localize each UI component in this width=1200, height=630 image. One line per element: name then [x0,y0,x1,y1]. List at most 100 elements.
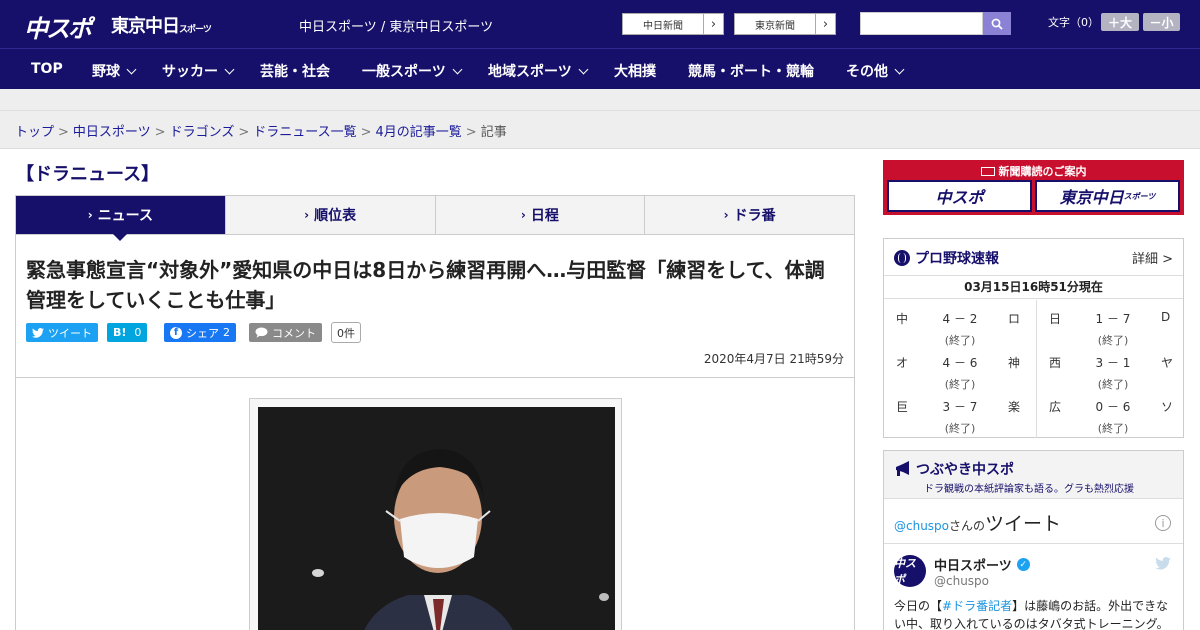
comment-button[interactable]: コメント [249,323,322,342]
game-item[interactable]: オ4 － 6 神 (終了) [884,344,1034,391]
verified-badge-icon: ✓ [1016,558,1030,571]
game-item[interactable]: 中4 － 2 ロ (終了) [884,300,1034,347]
twitter-handle-link[interactable]: @chuspo [894,519,949,533]
subscription-heading: 新聞購読のご案内 [883,163,1184,179]
author-name: 中日スポーツ [934,559,1012,574]
chunichi-shimbun-link[interactable]: 中日新聞 › [622,13,724,35]
comment-count: 0件 [331,322,361,343]
home-team: 西 [1049,356,1062,370]
facebook-count: 2 [223,326,230,339]
nav-item-sumo[interactable]: 大相撲 [614,61,656,81]
tab-news[interactable]: › ニュース [16,196,226,241]
avatar[interactable]: 中スポ [894,555,926,587]
breadcrumb-separator: > [58,125,69,140]
games-grid: 中4 － 2 ロ (終了) 日1 － 7 D (終了) オ4 － 6 神 (終了) 西3 －… [884,300,1183,438]
hatena-bookmark-button[interactable]: B! 0 [107,323,148,342]
nav-item-other[interactable]: その他 [846,61,905,81]
game-score: 0 － 6 [1095,400,1131,414]
chevron-right-icon: › [723,208,729,222]
tweet-text-pre: 今日の【 [894,599,943,613]
subscription-banner[interactable]: 新聞購読のご案内 中スポ 東京中日 スポーツ [883,160,1184,215]
breadcrumb-link[interactable]: トップ [15,125,54,140]
breadcrumb-link[interactable]: ドラゴンズ [170,125,235,140]
facebook-icon: f [170,326,182,339]
tokyo-sub-label: 東京中日 [1059,188,1124,207]
tab-dora-ban[interactable]: › ドラ番 [645,196,854,234]
tweets-title: つぶやき中スポ [894,459,1014,479]
scores-updated-time: 03月15日16時51分現在 [884,275,1183,299]
font-larger-button[interactable]: ＋大 [1101,13,1139,31]
baseball-icon [894,250,910,266]
nav-item-racing[interactable]: 競馬・ボート・競輪 [688,61,814,81]
breadcrumb-link[interactable]: 4月の記事一覧 [376,125,462,140]
site-name: 中日スポーツ / 東京中日スポーツ [299,20,494,35]
chevron-down-icon [452,64,463,75]
section-tabs: › ニュース › 順位表 › 日程 › ドラ番 [15,195,855,241]
chevron-right-icon: › [815,14,835,34]
tab-label: ドラ番 [733,208,776,224]
twitter-bird-icon[interactable] [1155,555,1171,574]
nav-item-entertainment[interactable]: 芸能・社会 [260,61,330,81]
breadcrumb: トップ > 中日スポーツ > ドラゴンズ > ドラニュース一覧 >4月の記事一覧 > 記事 [15,121,507,140]
facebook-label: シェア [186,326,219,340]
hatena-icon: B! [113,326,127,339]
hatena-count: 0 [134,326,142,339]
hashtag-link[interactable]: #ドラ番記者 [942,599,1012,613]
home-team: 巨 [896,400,909,414]
scores-detail-link[interactable]: 詳細 > [1132,248,1173,267]
chevron-down-icon [224,64,235,75]
breadcrumb-link[interactable]: ドラニュース一覧 [253,125,356,140]
game-status: (終了) [944,422,976,435]
away-team: ヤ [1161,356,1174,370]
chevron-down-icon [126,64,137,75]
article-headline: 緊急事態宣言“対象外”愛知県の中日は8日から練習再開へ…与田監督「練習をして、体… [26,258,825,312]
info-icon[interactable]: i [1155,515,1171,531]
nav-label: 大相撲 [614,64,656,80]
tab-label: 順位表 [314,208,357,224]
game-item[interactable]: 広 0 － 6 ソ (終了) [1037,388,1187,435]
chevron-right-icon: › [703,14,723,34]
tokyo-chunichi-logo[interactable]: 東京中日スポーツ [111,12,212,38]
nav-item-baseball[interactable]: 野球 [92,61,137,81]
home-team: 広 [1049,400,1062,414]
top-bar: 中スポ 東京中日スポーツ 中日スポーツ / 東京中日スポーツ 中日新聞 › 東京… [0,0,1200,48]
subscription-heading-text: 新聞購読のご案内 [998,165,1087,178]
newspaper-icon [980,167,995,176]
tab-standings[interactable]: › 順位表 [226,196,436,234]
search-input[interactable] [860,12,983,35]
chuspo-logo[interactable]: 中スポ [24,9,92,44]
chevron-right-icon: › [304,208,310,222]
game-item[interactable]: 西3 － 1 ヤ (終了) [1037,344,1187,391]
nav-item-soccer[interactable]: サッカー [162,61,235,81]
tokyo-shimbun-link[interactable]: 東京新聞 › [734,13,836,35]
main-nav: TOP 野球 サッカー 芸能・社会 一般スポーツ 地域スポーツ 大相撲 競馬・ボ… [0,48,1200,89]
breadcrumb-current: 記事 [480,125,507,140]
tweet-button[interactable]: ツイート [26,323,98,342]
breadcrumb-link[interactable]: 中日スポーツ [73,125,151,140]
megaphone-icon [896,461,909,476]
tokyo-logo-text: 東京中日 [111,16,180,37]
tweet-author-handle[interactable]: @chuspo [934,574,989,588]
nav-item-local-sports[interactable]: 地域スポーツ [488,61,589,81]
nav-item-top[interactable]: TOP [31,61,63,77]
game-item[interactable]: 日1 － 7 D (終了) [1037,300,1187,347]
home-team: 中 [896,312,909,326]
tokyo-chunichi-subscribe-button[interactable]: 東京中日 スポーツ [1035,180,1180,212]
tab-label: 日程 [530,208,559,224]
article-photo-frame [249,398,622,630]
tab-schedule[interactable]: › 日程 [436,196,646,234]
tweets-title-text: つぶやき中スポ [916,462,1014,478]
tweet-author[interactable]: 中日スポーツ ✓ [934,555,1030,574]
nav-label: 競馬・ボート・競輪 [688,64,814,80]
font-smaller-button[interactable]: －小 [1143,13,1180,31]
game-item[interactable]: 巨 3 － 7 楽 (終了) [884,388,1034,435]
chevron-down-icon [894,64,905,75]
breadcrumb-separator: > [154,125,166,140]
article-photo [258,407,615,630]
link-label: 中日新聞 [643,20,683,32]
facebook-share-button[interactable]: f シェア 2 [164,323,236,342]
nav-item-general-sports[interactable]: 一般スポーツ [362,61,463,81]
baseball-scores-widget: プロ野球速報 詳細 > 03月15日16時51分現在 中 4 － 2 ロ (終了) 日… [883,238,1184,438]
search-button[interactable] [983,12,1011,35]
chuspo-subscribe-button[interactable]: 中スポ [887,180,1032,212]
